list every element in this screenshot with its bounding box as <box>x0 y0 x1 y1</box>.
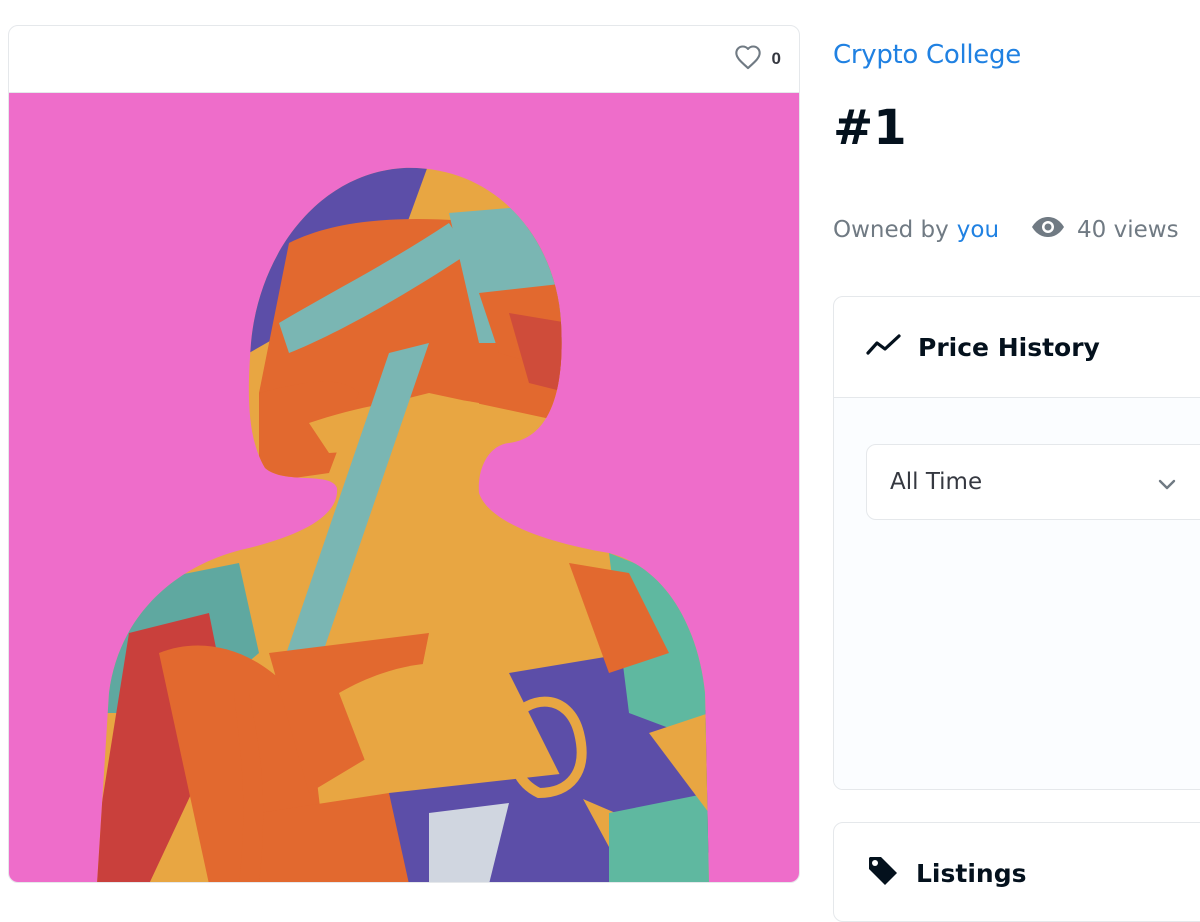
heart-icon[interactable] <box>734 44 762 75</box>
owner-row: Owned by you 40 views <box>833 216 1200 244</box>
price-history-header[interactable]: Price History <box>834 297 1200 398</box>
views-indicator: 40 views <box>1031 216 1179 244</box>
price-history-body: All Time <box>834 398 1200 789</box>
asset-image[interactable] <box>9 93 799 882</box>
listings-panel: Listings <box>833 822 1200 922</box>
time-range-select[interactable]: All Time <box>866 444 1200 520</box>
favorite-button[interactable]: 0 <box>734 44 781 75</box>
trending-line-icon <box>866 333 902 362</box>
owner-link[interactable]: you <box>957 217 999 243</box>
time-range-value: All Time <box>890 469 983 495</box>
favorite-count: 0 <box>771 49 781 68</box>
listings-title: Listings <box>916 858 1027 888</box>
eye-icon <box>1031 216 1065 244</box>
asset-title: #1 <box>833 100 907 156</box>
asset-card-header: 0 <box>9 26 799 93</box>
asset-card: 0 <box>8 25 800 883</box>
chevron-down-icon[interactable] <box>1157 471 1177 497</box>
listings-header[interactable]: Listings <box>834 823 1200 921</box>
price-history-title: Price History <box>918 332 1100 362</box>
tag-icon <box>866 854 900 893</box>
views-count: 40 views <box>1077 217 1179 243</box>
owner-prefix: Owned by <box>833 217 949 243</box>
price-history-panel: Price History All Time <box>833 296 1200 790</box>
collection-link[interactable]: Crypto College <box>833 40 1021 70</box>
